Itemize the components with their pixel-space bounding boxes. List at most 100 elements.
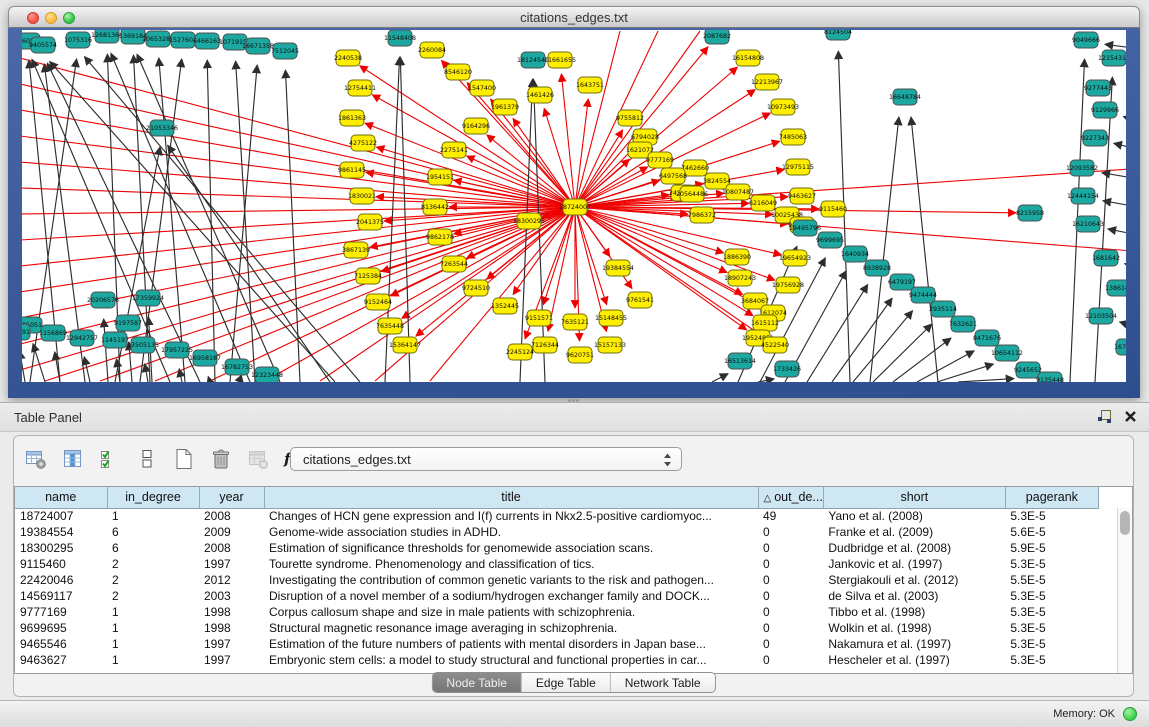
graph-node[interactable]: 9405574	[29, 37, 57, 53]
graph-node[interactable]: 7126344	[531, 337, 559, 353]
table-select-dropdown[interactable]: citations_edges.txt	[290, 447, 682, 471]
column-header-in_degree[interactable]: in_degree	[107, 487, 199, 508]
graph-node[interactable]: 19756928	[772, 277, 804, 293]
graph-node[interactable]: 19384554	[602, 260, 634, 276]
graph-node[interactable]: 8215958	[1016, 205, 1044, 221]
graph-node[interactable]: 1830021	[348, 188, 376, 204]
graph-node[interactable]: 18907243	[724, 270, 756, 286]
graph-node[interactable]: 4522540	[761, 337, 789, 353]
graph-node[interactable]: 2087682	[703, 30, 731, 44]
graph-node[interactable]: 12213967	[751, 74, 783, 90]
window-titlebar[interactable]: citations_edges.txt	[8, 6, 1140, 28]
column-header-pagerank[interactable]: pagerank	[1005, 487, 1098, 508]
graph-node[interactable]: 16958187	[189, 350, 221, 366]
graph-node[interactable]: 12323448	[251, 367, 283, 382]
graph-node[interactable]: 1961379	[491, 99, 519, 115]
column-header-year[interactable]: year	[199, 487, 264, 508]
graph-node[interactable]: 7512045	[271, 43, 299, 59]
column-header-out_de[interactable]: △out_de...	[758, 487, 823, 508]
table-panel-header[interactable]: Table Panel	[0, 402, 1149, 432]
delete-column-icon[interactable]	[209, 447, 233, 471]
split-pane-handle[interactable]	[568, 399, 580, 404]
graph-node[interactable]: 9197587	[114, 315, 142, 331]
graph-node[interactable]: 9463627	[788, 188, 816, 204]
graph-node[interactable]: 9777169	[646, 152, 674, 168]
graph-node[interactable]: 15157133	[594, 337, 626, 353]
delete-table-icon[interactable]	[246, 447, 270, 471]
graph-node[interactable]: 9474444	[909, 287, 937, 303]
graph-node[interactable]: 1643751	[576, 77, 604, 93]
graph-node[interactable]: 12754411	[344, 80, 376, 96]
table-row[interactable]: 946554611997Estimation of the future num…	[15, 636, 1098, 652]
graph-node[interactable]: 9620751	[566, 347, 594, 363]
graph-node[interactable]: 6497568	[659, 168, 687, 184]
graph-node[interactable]: 16671358	[242, 38, 274, 54]
graph-node[interactable]: 9862178	[426, 229, 454, 245]
graph-node[interactable]: 8136442	[421, 199, 449, 215]
graph-node[interactable]: 9129966	[1091, 102, 1119, 118]
graph-node[interactable]: 9227343	[1081, 130, 1109, 146]
graph-node[interactable]: 19495796	[789, 220, 821, 236]
graph-node[interactable]: 7635121	[561, 314, 589, 330]
graph-node[interactable]: 12154311	[1098, 50, 1126, 66]
column-header-short[interactable]: short	[823, 487, 1005, 508]
graph-node[interactable]: 1156869	[39, 325, 67, 341]
graph-node[interactable]: 7635448	[376, 318, 404, 334]
table-row[interactable]: 1456911722003Disruption of a novel membe…	[15, 588, 1098, 604]
graph-node[interactable]: 8938928	[863, 260, 891, 276]
graph-node[interactable]: 18300295	[513, 213, 545, 229]
column-header-title[interactable]: title	[264, 487, 758, 508]
graph-node[interactable]: 12093582	[1066, 160, 1098, 176]
graph-node[interactable]: 1954151	[426, 169, 454, 185]
graph-node[interactable]: 1075316	[64, 32, 92, 48]
graph-node[interactable]: 1733426	[773, 361, 801, 377]
graph-node[interactable]: 10807487	[722, 184, 754, 200]
graph-node[interactable]: 9861145	[338, 162, 366, 178]
create-column-icon[interactable]	[172, 447, 196, 471]
graph-node[interactable]: 12942757	[66, 330, 98, 346]
table-row[interactable]: 911546021997Tourette syndrome. Phenomeno…	[15, 556, 1098, 572]
graph-node[interactable]: 19654923	[779, 250, 811, 266]
graph-node[interactable]: 1386142	[1105, 280, 1126, 296]
graph-node[interactable]: 1615112	[751, 315, 779, 331]
graph-node[interactable]: 1681642	[1092, 250, 1120, 266]
graph-node[interactable]: 7632621	[949, 316, 977, 332]
graph-node[interactable]: 9755812	[616, 110, 644, 126]
graph-node[interactable]: 20206576	[87, 292, 119, 308]
graph-node[interactable]: 18724007	[559, 199, 591, 215]
graph-node[interactable]: 9152464	[364, 294, 392, 310]
graph-node[interactable]: 8546120	[444, 64, 472, 80]
graph-node[interactable]: 20564486	[676, 186, 708, 202]
graph-node[interactable]: 1677459	[1114, 339, 1126, 355]
graph-node[interactable]: 9724510	[462, 280, 490, 296]
tab-node-table[interactable]: Node Table	[432, 673, 522, 692]
graph-node[interactable]: 7986372	[688, 207, 716, 223]
graph-node[interactable]: 6216049	[749, 195, 777, 211]
graph-node[interactable]: 16648784	[889, 89, 921, 105]
graph-node[interactable]: 2275141	[440, 142, 468, 158]
graph-node[interactable]: 8471676	[973, 330, 1001, 346]
graph-node[interactable]: 1886390	[723, 249, 751, 265]
graph-node[interactable]: 13505135	[127, 337, 159, 353]
graph-node[interactable]: 1640934	[841, 246, 869, 262]
graph-node[interactable]: 18124540	[517, 52, 549, 68]
graph-node[interactable]: 7263544	[440, 256, 468, 272]
graph-node[interactable]: 2240538	[334, 50, 362, 66]
table-row[interactable]: 969969511998Structural magnetic resonanc…	[15, 620, 1098, 636]
tab-network-table[interactable]: Network Table	[611, 673, 715, 692]
graph-node[interactable]: 15148455	[595, 310, 627, 326]
graph-node[interactable]: 16154808	[732, 50, 764, 66]
graph-node[interactable]: 8124504	[824, 30, 852, 40]
close-panel-icon[interactable]	[1124, 410, 1137, 423]
graph-node[interactable]: 9277443	[1084, 80, 1112, 96]
graph-node[interactable]: 16513614	[724, 353, 756, 369]
graph-node[interactable]: 9115460	[819, 201, 847, 217]
graph-node[interactable]: 3867139	[342, 242, 370, 258]
column-visibility-icon[interactable]	[61, 447, 85, 471]
table-row[interactable]: 946362711997Embryonic stem cells: a mode…	[15, 652, 1098, 668]
table-scrollbar[interactable]	[1117, 508, 1132, 673]
graph-node[interactable]: 2245124	[506, 344, 534, 360]
graph-node[interactable]: 9049666	[1072, 32, 1100, 48]
scrollbar-thumb[interactable]	[1120, 511, 1130, 535]
tab-edge-table[interactable]: Edge Table	[522, 673, 611, 692]
